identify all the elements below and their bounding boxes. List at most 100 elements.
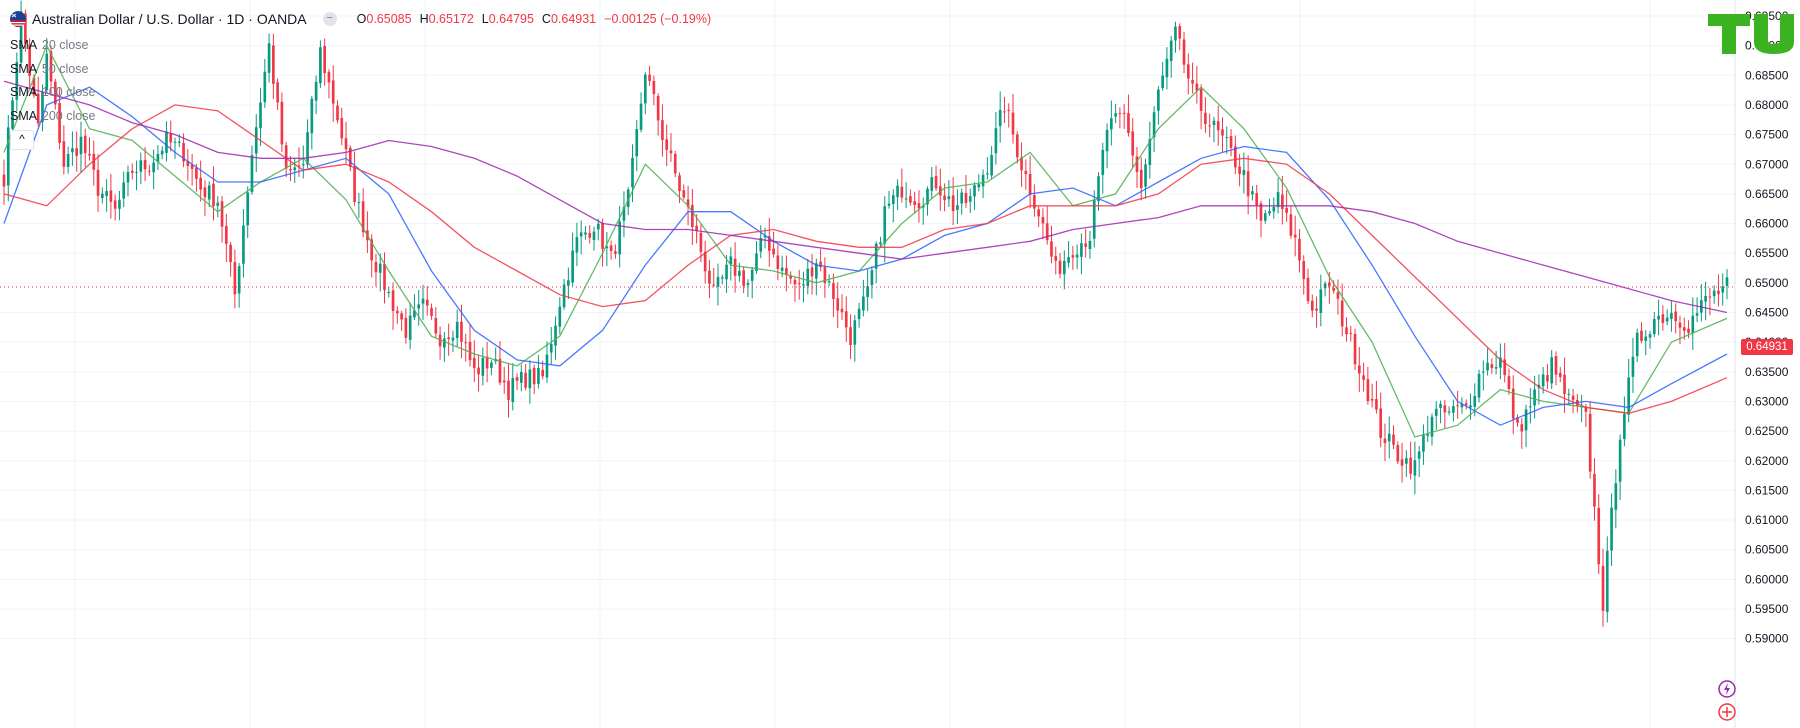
candle-body-down: [434, 318, 438, 334]
candle-body-down: [1328, 282, 1331, 287]
candle-body-down: [400, 313, 403, 320]
candle-body-down: [1456, 405, 1459, 407]
y-tick-label: 0.66500: [1745, 187, 1789, 201]
candle-body-down: [609, 245, 613, 251]
candle-body-down: [224, 225, 228, 244]
candle-body-down: [733, 258, 737, 276]
sma-50-line: [3, 86, 1728, 426]
candle-body-down: [1003, 111, 1006, 113]
candle-body-up: [579, 232, 583, 237]
candle-body-up: [575, 237, 579, 253]
indicator-sma-200[interactable]: SMA 200 close: [10, 105, 95, 129]
candle-body-up: [1075, 254, 1079, 258]
symbol-title[interactable]: Australian Dollar / U.S. Dollar · 1D · O…: [32, 11, 307, 27]
lightning-icon[interactable]: [1718, 680, 1736, 698]
candle-body-down: [1349, 332, 1353, 334]
candle-body-up: [896, 185, 899, 198]
current-price-badge: 0.64931: [1741, 339, 1793, 355]
candle-body-down: [404, 317, 408, 338]
price-chart[interactable]: 0.695000.690000.685000.680000.675000.670…: [0, 0, 1800, 728]
candle-body-down: [1409, 457, 1412, 474]
high-value: 0.65172: [428, 12, 474, 26]
candle-body-down: [614, 251, 617, 254]
candle-body-down: [588, 233, 592, 238]
candle-body-up: [293, 167, 297, 171]
candle-body-up: [584, 232, 587, 235]
candle-body-down: [1302, 261, 1306, 280]
y-tick-label: 0.63500: [1745, 365, 1789, 379]
candle-body-up: [1494, 367, 1498, 369]
candle-body-down: [601, 223, 604, 250]
candle-body-up: [1319, 289, 1323, 313]
candle-body-down: [464, 342, 468, 344]
candle-body-down: [1353, 333, 1357, 365]
candle-body-up: [1225, 137, 1229, 139]
fx-icon[interactable]: [1718, 703, 1736, 721]
candle-body-up: [1323, 283, 1327, 289]
candle-body-down: [1661, 314, 1665, 323]
candle-body-down: [83, 135, 87, 154]
candle-body-down: [1007, 109, 1011, 111]
candle-body-down: [844, 311, 848, 328]
candle-body-down: [1204, 112, 1207, 125]
candle-body-up: [357, 202, 361, 204]
candle-body-down: [327, 71, 331, 83]
candle-body-down: [447, 337, 450, 340]
candle-body-down: [374, 262, 378, 273]
candle-body-down: [113, 200, 117, 209]
candle-body-down: [524, 372, 527, 388]
close-value: 0.64931: [550, 12, 597, 26]
candle-body-down: [1597, 507, 1601, 565]
candle-body-up: [1695, 313, 1699, 316]
candle-body-up: [725, 264, 728, 280]
candle-body-down: [1601, 565, 1605, 611]
candle-body-down: [1208, 125, 1211, 127]
candle-body-down: [1571, 395, 1575, 400]
candle-body-down: [1127, 113, 1130, 134]
candle-body-up: [207, 185, 211, 200]
candle-body-up: [1524, 409, 1528, 431]
candle-body-down: [1071, 255, 1075, 258]
candle-body-down: [1678, 322, 1682, 328]
candle-body-up: [904, 198, 908, 200]
candle-body-down: [169, 133, 173, 143]
candle-body-down: [1392, 434, 1395, 445]
candle-body-up: [254, 127, 258, 154]
candle-body-down: [229, 244, 232, 263]
candle-body-down: [1554, 356, 1558, 375]
indicator-sma-100[interactable]: SMA 100 close: [10, 81, 95, 105]
candle-body-up: [981, 174, 985, 187]
candle-body-up: [1067, 257, 1070, 263]
candle-body-down: [1178, 25, 1182, 39]
candle-body-down: [678, 175, 681, 192]
legend-toggle-button[interactable]: ^: [10, 130, 34, 150]
indicator-sma-50[interactable]: SMA 50 close: [10, 58, 95, 82]
candle-body-up: [408, 315, 412, 340]
candle-body-up: [105, 191, 108, 196]
candle-body-down: [195, 168, 198, 179]
candle-body-down: [951, 195, 955, 212]
candle-body-down: [1546, 375, 1549, 382]
candle-body-up: [71, 148, 74, 153]
candle-body-up: [1648, 334, 1652, 338]
indicator-sma-20[interactable]: SMA 20 close: [10, 34, 95, 58]
candle-body-down: [1041, 217, 1045, 224]
candle-body-up: [1426, 434, 1430, 436]
candle-body-down: [203, 187, 207, 198]
candle-body-down: [772, 248, 775, 255]
tu-logo: [1706, 8, 1796, 56]
candle-body-down: [477, 367, 480, 375]
candle-body-up: [126, 172, 130, 183]
candle-body-down: [1588, 413, 1592, 472]
candle-body-down: [1024, 170, 1028, 174]
candle-body-up: [537, 368, 540, 384]
candle-body-up: [1422, 434, 1425, 452]
collapse-button[interactable]: −: [322, 12, 337, 26]
candle-body-down: [1379, 408, 1383, 438]
candle-body-down: [498, 358, 502, 383]
y-tick-label: 0.61500: [1745, 483, 1789, 497]
candle-body-down: [776, 255, 780, 270]
candle-body-down: [1310, 300, 1314, 311]
candle-body-down: [199, 177, 202, 190]
candle-body-up: [1529, 406, 1532, 408]
